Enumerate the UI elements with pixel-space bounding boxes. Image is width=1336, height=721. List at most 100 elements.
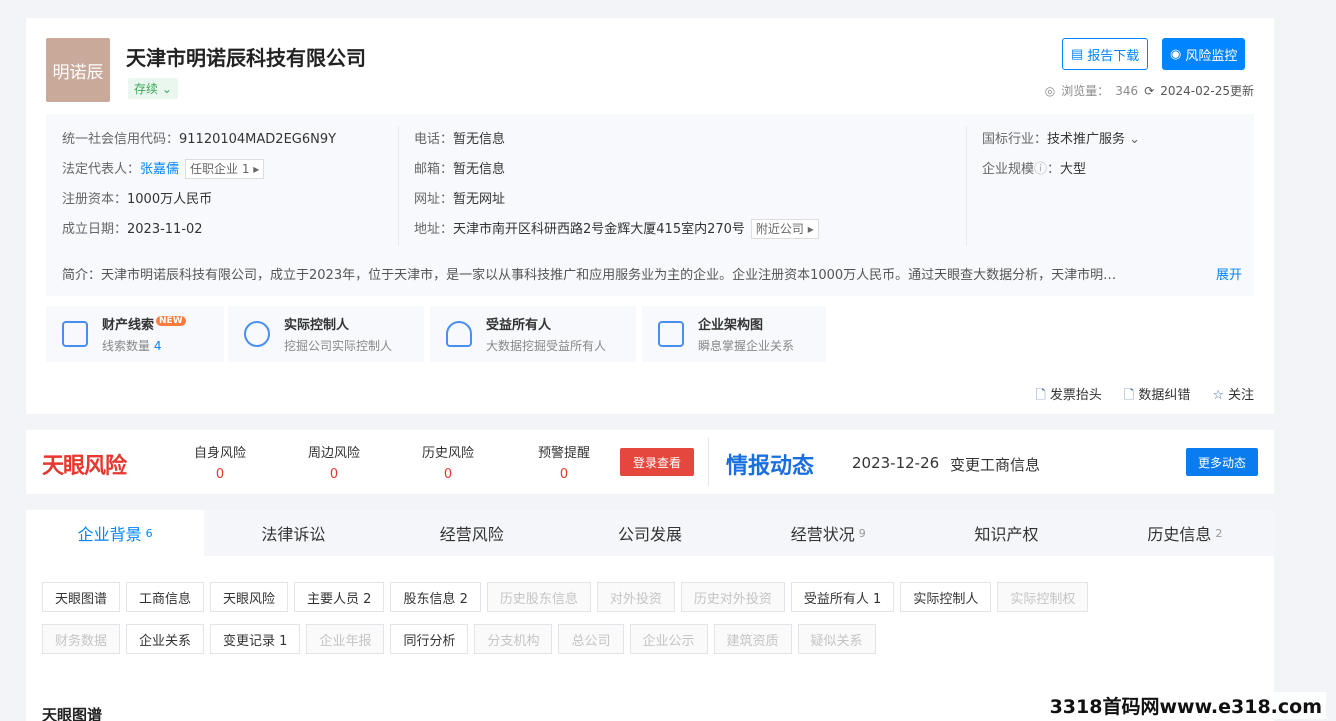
expand-link[interactable]: 展开 — [1209, 264, 1242, 283]
legal-rep-tag[interactable]: 任职企业 1 ▸ — [185, 159, 265, 179]
tab-label: 法律诉讼 — [261, 525, 326, 544]
founded-field: 成立日期：2023-11-02 — [62, 218, 203, 237]
chevron-down-icon: ⌄ — [1129, 132, 1141, 147]
document-icon: 🗋 — [1035, 388, 1046, 403]
scale-label: 企业规模 — [982, 162, 1035, 177]
scale-value: 大型 — [1060, 162, 1087, 177]
tab-label: 知识产权 — [974, 525, 1039, 544]
credit-code-field: 统一社会信用代码：91120104MAD2EG6N9Y — [62, 128, 336, 147]
document-icon: ▤ — [1071, 46, 1084, 61]
risk-stat-surrounding[interactable]: 周边风险 0 — [294, 442, 374, 482]
feature-title: 企业架构图 — [698, 318, 764, 333]
intro-text: 简介：天津市明诺辰科技有限公司，成立于2023年，位于天津市，是一家以从事科技推… — [62, 268, 1117, 283]
invoice-button[interactable]: 🗋 发票抬头 — [1035, 384, 1101, 408]
chip-4: 企业年报 — [306, 624, 385, 654]
feature-property-clues[interactable]: 财产线索 NEW 线索数量 4 — [46, 306, 224, 362]
risk-monitor-button[interactable]: ◉ 风险监控 — [1162, 38, 1246, 70]
tab-operating-risk[interactable]: 经营风险 — [383, 510, 561, 556]
chip-5[interactable]: 股东信息 2 — [390, 582, 481, 612]
org-chart-icon — [658, 321, 684, 347]
tab-label: 经营状况 — [790, 525, 855, 544]
more-news-button[interactable]: 更多动态 — [1186, 448, 1258, 476]
chip-8: 企业公示 — [629, 624, 708, 654]
data-correct-button[interactable]: 🗋 数据纠错 — [1124, 384, 1190, 408]
login-view-button[interactable]: 登录查看 — [620, 448, 694, 476]
updated-date: 2024-02-25更新 — [1160, 84, 1254, 98]
chip-2[interactable]: 工商信息 — [126, 582, 205, 612]
credit-code-value: 91120104MAD2EG6N9Y — [179, 132, 337, 147]
phone-label: 电话： — [414, 132, 454, 147]
address-value: 天津市南开区科研西路2号金辉大厦415室内270号 — [453, 222, 745, 237]
tab-bar: 企业背景 6 法律诉讼 经营风险 公司发展 经营状况 9 知识产权 历史信息 2 — [26, 510, 1274, 556]
industry-value[interactable]: 技术推广服务 — [1047, 132, 1125, 147]
nearby-companies-tag[interactable]: 附近公司 ▸ — [750, 219, 819, 239]
chip-1: 财务数据 — [42, 624, 121, 654]
industry-field: 国标行业：技术推广服务 ⌄ — [982, 128, 1140, 147]
tab-count: 6 — [145, 526, 153, 540]
refresh-icon: ⟳ — [1144, 83, 1155, 98]
feature-org-chart[interactable]: 企业架构图 瞬息掌握企业关系 — [642, 306, 826, 362]
chip-1[interactable]: 天眼图谱 — [42, 582, 121, 612]
website-field: 网址：暂无网址 — [414, 188, 505, 207]
new-badge: NEW — [156, 316, 186, 326]
nearby-companies-text: 附近公司 — [755, 222, 804, 236]
news-logo: 情报动态 — [726, 454, 815, 479]
chip-11: 实际控制权 — [997, 582, 1089, 612]
tab-development[interactable]: 公司发展 — [561, 510, 739, 556]
legal-rep-link[interactable]: 张嘉儒 — [140, 162, 179, 177]
chip-5[interactable]: 同行分析 — [390, 624, 469, 654]
tab-ip[interactable]: 知识产权 — [917, 510, 1095, 556]
clue-count: 4 — [153, 339, 162, 353]
status-badge[interactable]: 存续 ⌄ — [128, 78, 178, 99]
chip-3[interactable]: 天眼风险 — [210, 582, 289, 612]
report-download-button[interactable]: ▤ 报告下载 — [1062, 38, 1149, 70]
chip-6: 分支机构 — [474, 624, 553, 654]
risk-stat-label: 预警提醒 — [537, 446, 590, 461]
feature-sub: 挖掘公司实际控制人 — [284, 339, 393, 353]
chip-9[interactable]: 受益所有人 1 — [790, 582, 895, 612]
tab-count: 9 — [858, 526, 866, 540]
follow-button[interactable]: ☆ 关注 — [1212, 384, 1254, 408]
address-field: 地址：天津市南开区科研西路2号金辉大厦415室内270号 附近公司 ▸ — [414, 218, 819, 239]
chip-10[interactable]: 实际控制人 — [900, 582, 992, 612]
chip-3[interactable]: 变更记录 1 — [210, 624, 301, 654]
tab-count: 2 — [1215, 526, 1223, 540]
risk-stat-warning[interactable]: 预警提醒 0 — [524, 442, 604, 482]
feature-sub: 大数据挖掘受益所有人 — [486, 339, 607, 353]
divider — [708, 438, 709, 486]
tab-company-background[interactable]: 企业背景 6 — [26, 510, 205, 556]
email-label: 邮箱： — [414, 162, 454, 177]
tab-label: 公司发展 — [617, 525, 682, 544]
phone-field: 电话：暂无信息 — [414, 128, 505, 147]
news-text[interactable]: 变更工商信息 — [950, 454, 1040, 475]
company-name: 天津市明诺辰科技有限公司 — [126, 46, 366, 70]
chip-8: 历史对外投资 — [680, 582, 785, 612]
feature-sub: 瞬息掌握企业关系 — [698, 339, 795, 353]
risk-stat-history[interactable]: 历史风险 0 — [408, 442, 488, 482]
phone-value: 暂无信息 — [453, 132, 506, 147]
risk-logo: 天眼风险 — [42, 454, 127, 479]
tab-history[interactable]: 历史信息 2 — [1096, 510, 1274, 556]
star-icon: ☆ — [1212, 388, 1224, 403]
divider — [966, 126, 967, 246]
risk-bar: 天眼风险 自身风险 0 周边风险 0 历史风险 0 预警提醒 0 登录查看 情报… — [26, 430, 1274, 494]
person-icon — [446, 321, 472, 347]
feature-beneficial-owner[interactable]: 受益所有人 大数据挖掘受益所有人 — [430, 306, 636, 362]
tab-litigation[interactable]: 法律诉讼 — [204, 510, 382, 556]
tabs-card: 企业背景 6 法律诉讼 经营风险 公司发展 经营状况 9 知识产权 历史信息 2 天眼… — [26, 510, 1274, 721]
chip-row-2: 财务数据 企业关系 变更记录 1 企业年报 同行分析 分支机构 总公司 企业公示 建筑资质 疑似关… — [42, 624, 876, 654]
industry-label: 国标行业： — [982, 132, 1048, 147]
tab-label: 企业背景 — [77, 525, 142, 544]
property-clue-icon — [62, 321, 88, 347]
tab-operating-status[interactable]: 经营状况 9 — [739, 510, 917, 556]
feature-actual-controller[interactable]: 实际控制人 挖掘公司实际控制人 — [228, 306, 424, 362]
follow-label: 关注 — [1227, 388, 1254, 403]
target-icon — [244, 321, 270, 347]
capital-label: 注册资本： — [62, 192, 128, 207]
chip-4[interactable]: 主要人员 2 — [294, 582, 385, 612]
capital-value: 1000万人民币 — [127, 192, 213, 207]
risk-stat-self[interactable]: 自身风险 0 — [180, 442, 260, 482]
chip-2[interactable]: 企业关系 — [126, 624, 205, 654]
credit-code-label: 统一社会信用代码： — [62, 132, 180, 147]
help-icon[interactable]: ⓘ — [1034, 162, 1047, 177]
